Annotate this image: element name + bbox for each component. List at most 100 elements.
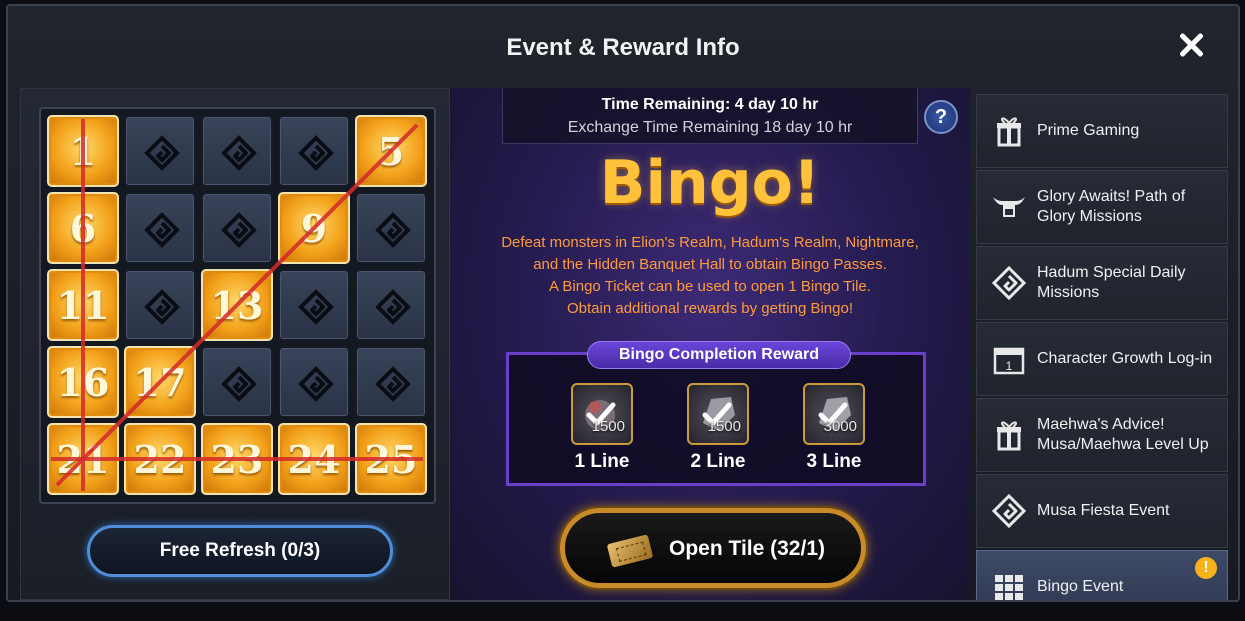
bingo-completion-reward: Bingo Completion Reward 1500 1 Line 1500… [506, 341, 926, 486]
tile-number: 17 [133, 360, 187, 405]
exchange-time-remaining: Exchange Time Remaining 18 day 10 hr [567, 119, 853, 136]
description-line: A Bingo Ticket can be used to open 1 Bin… [549, 278, 871, 295]
bingo-tile-25[interactable]: 25 [355, 423, 427, 495]
bingo-tile-7[interactable] [124, 192, 196, 264]
reward-icon: 3000 [803, 383, 865, 445]
bingo-tile-10[interactable] [355, 192, 427, 264]
bingo-board: 1 5 6 9 11 13 16 17 21 22 23 24 25 [39, 107, 436, 504]
bingo-tile-16[interactable]: 16 [47, 346, 119, 418]
bingo-tile-20[interactable] [355, 346, 427, 418]
ticket-icon [606, 534, 654, 568]
tile-number: 1 [69, 129, 97, 174]
reward-icon: 1500 [687, 383, 749, 445]
sidebar-item-label: Glory Awaits! Path of Glory Missions [1037, 188, 1186, 225]
bingo-tile-19[interactable] [278, 346, 350, 418]
bingo-tile-12[interactable] [124, 269, 196, 341]
bingo-title: Bingo! [599, 148, 821, 218]
title-bar: Event & Reward Info [8, 6, 1238, 88]
reward-item-2-line[interactable]: 1500 2 Line [673, 383, 763, 473]
diamond-spiral-icon [991, 265, 1027, 301]
sidebar-item-hadum-special-daily-missions[interactable]: Hadum Special Daily Missions [976, 246, 1228, 320]
bingo-tile-23[interactable]: 23 [201, 423, 273, 495]
diamond-spiral-icon [144, 135, 180, 171]
bingo-tile-9[interactable]: 9 [278, 192, 350, 264]
sidebar-item-label: Prime Gaming [1037, 122, 1140, 139]
sidebar-item-musa-fiesta-event[interactable]: Musa Fiesta Event [976, 474, 1228, 548]
diamond-spiral-icon [221, 366, 257, 402]
bingo-tile-14[interactable] [278, 269, 350, 341]
sidebar-item-label: Bingo Event [1037, 578, 1124, 595]
tile-number: 21 [56, 437, 110, 482]
sidebar-item-prime-gaming[interactable]: Prime Gaming [976, 94, 1228, 168]
bingo-tile-8[interactable] [201, 192, 273, 264]
reward-quantity: 1500 [707, 418, 741, 435]
tile-number: 25 [364, 437, 418, 482]
help-icon[interactable]: ? [924, 100, 958, 134]
bingo-tile-11[interactable]: 11 [47, 269, 119, 341]
bingo-tile-1[interactable]: 1 [47, 115, 119, 187]
bingo-tile-17[interactable]: 17 [124, 346, 196, 418]
bingo-tile-5[interactable]: 5 [355, 115, 427, 187]
bingo-tile-6[interactable]: 6 [47, 192, 119, 264]
bingo-tile-2[interactable] [124, 115, 196, 187]
gift-icon [991, 113, 1027, 149]
bingo-tile-13[interactable]: 13 [201, 269, 273, 341]
diamond-spiral-icon [298, 366, 334, 402]
time-remaining: Time Remaining: 4 day 10 hr [601, 96, 819, 113]
diamond-spiral-icon [298, 289, 334, 325]
reward-item-3-line[interactable]: 3000 3 Line [789, 383, 879, 473]
sidebar-item-label: Maehwa's Advice! Musa/Maehwa Level Up [1037, 416, 1209, 453]
bingo-tile-4[interactable] [278, 115, 350, 187]
horned-helmet-icon [991, 189, 1027, 225]
diamond-spiral-icon [991, 493, 1027, 529]
diamond-spiral-icon [221, 212, 257, 248]
time-remaining-box: Time Remaining: 4 day 10 hr Exchange Tim… [502, 88, 918, 144]
close-icon[interactable] [1174, 28, 1208, 62]
description-line: Obtain additional rewards by getting Bin… [566, 300, 853, 317]
tile-number: 23 [210, 437, 264, 482]
open-tile-button[interactable]: Open Tile (32/1) [560, 508, 866, 588]
diamond-spiral-icon [375, 289, 411, 325]
bingo-board-panel: 1 5 6 9 11 13 16 17 21 22 23 24 25 Free Refresh (0/3… [20, 88, 450, 600]
sidebar-item-label: Hadum Special Daily Missions [1037, 264, 1186, 301]
sidebar-item-character-growth-log-in[interactable]: 1 Character Growth Log-in [976, 322, 1228, 396]
sidebar-item-bingo-event[interactable]: Bingo Event! [976, 550, 1228, 600]
reward-item-1-line[interactable]: 1500 1 Line [557, 383, 647, 473]
bingo-tile-3[interactable] [201, 115, 273, 187]
free-refresh-button[interactable]: Free Refresh (0/3) [87, 525, 393, 577]
open-tile-label: Open Tile (32/1) [669, 537, 825, 560]
bingo-tile-21[interactable]: 21 [47, 423, 119, 495]
diamond-spiral-icon [221, 135, 257, 171]
diamond-spiral-icon [375, 366, 411, 402]
tile-number: 24 [287, 437, 341, 482]
bingo-tile-22[interactable]: 22 [124, 423, 196, 495]
tile-number: 6 [69, 206, 97, 251]
event-sidebar: Prime Gaming Glory Awaits! Path of Glory … [974, 94, 1230, 600]
tile-number: 22 [133, 437, 187, 482]
gift-icon [991, 417, 1027, 453]
bingo-tile-24[interactable]: 24 [278, 423, 350, 495]
tile-number: 11 [56, 283, 110, 328]
diamond-spiral-icon [144, 212, 180, 248]
bingo-tile-15[interactable] [355, 269, 427, 341]
reward-label: 3 Line [806, 451, 862, 472]
sidebar-item-glory-awaits-path-of-glory-missions[interactable]: Glory Awaits! Path of Glory Missions [976, 170, 1228, 244]
svg-text:1: 1 [1006, 359, 1013, 373]
diamond-spiral-icon [298, 135, 334, 171]
reward-icon: 1500 [571, 383, 633, 445]
description-line: Defeat monsters in Elion's Realm, Hadum'… [501, 234, 919, 251]
window-title: Event & Reward Info [506, 34, 740, 61]
event-description: Defeat monsters in Elion's Realm, Hadum'… [450, 232, 970, 320]
diamond-spiral-icon [144, 289, 180, 325]
sidebar-item-maehwa-s-advice-musa-maehwa-level-up[interactable]: Maehwa's Advice! Musa/Maehwa Level Up [976, 398, 1228, 472]
tile-number: 5 [377, 129, 405, 174]
grid-icon [991, 569, 1027, 600]
sidebar-item-label: Character Growth Log-in [1037, 350, 1213, 367]
tile-number: 13 [210, 283, 264, 328]
bingo-tile-18[interactable] [201, 346, 273, 418]
reward-quantity: 3000 [823, 418, 857, 435]
tile-number: 16 [56, 360, 110, 405]
event-info-panel: Time Remaining: 4 day 10 hr Exchange Tim… [450, 88, 970, 600]
diamond-spiral-icon [375, 212, 411, 248]
alert-icon: ! [1195, 557, 1217, 579]
